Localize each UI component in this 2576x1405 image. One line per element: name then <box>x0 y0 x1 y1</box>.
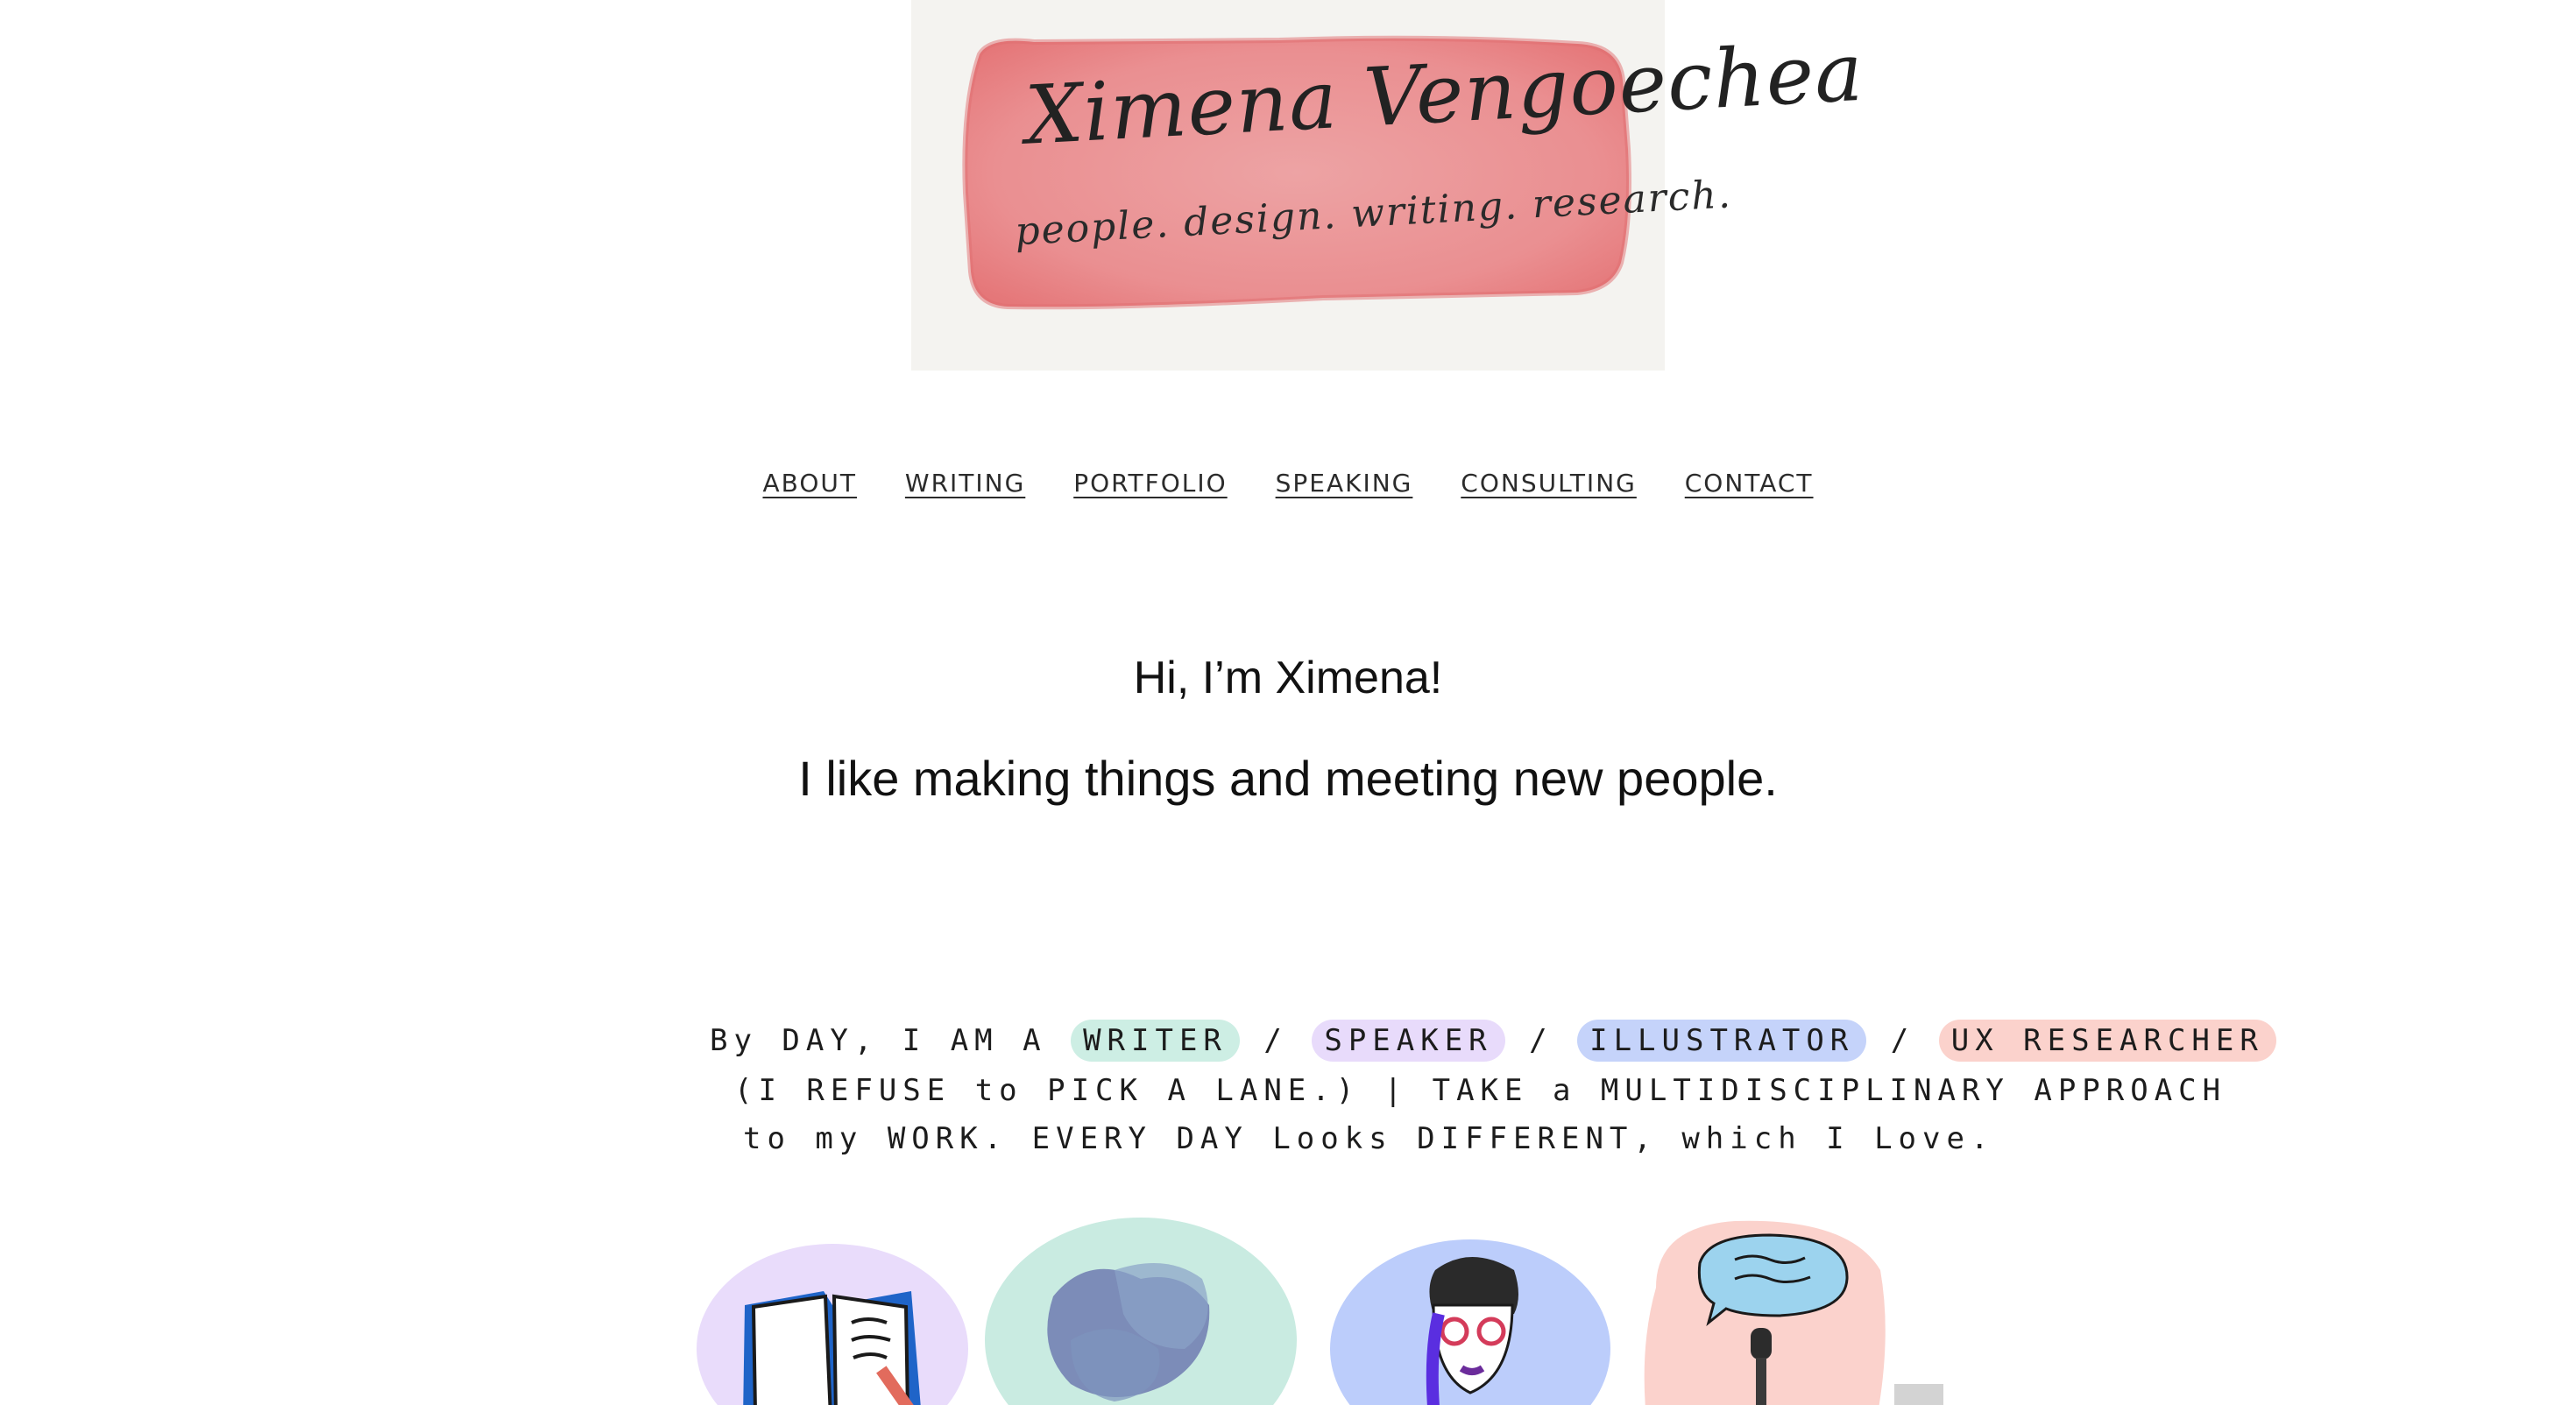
book-icon <box>692 1218 973 1405</box>
role-separator: / <box>1263 1023 1288 1058</box>
nav-about[interactable]: ABOUT <box>762 469 857 498</box>
nav-consulting[interactable]: CONSULTING <box>1461 469 1637 498</box>
description-line-3: to my WORK. EVERY DAY Looks DIFFERENT, w… <box>743 1121 1995 1156</box>
nav-speaking[interactable]: SPEAKING <box>1276 469 1413 498</box>
intro-greeting: Hi, I’m Ximena! <box>1133 653 1443 703</box>
role-writer: WRITER <box>1071 1020 1240 1062</box>
page: Ximena Vengoechea people. design. writin… <box>0 0 2576 1405</box>
role-speaker: SPEAKER <box>1312 1020 1505 1062</box>
site-logo[interactable]: Ximena Vengoechea people. design. writin… <box>911 0 1865 371</box>
nav-writing[interactable]: WRITING <box>905 469 1025 498</box>
nav-contact[interactable]: CONTACT <box>1685 469 1814 498</box>
nav-portfolio[interactable]: PORTFOLIO <box>1073 469 1228 498</box>
woman-glasses-icon <box>1330 1218 1610 1405</box>
role-separator: / <box>1529 1023 1553 1058</box>
role-ux-researcher: UX RESEARCHER <box>1938 1020 2276 1062</box>
main-nav: ABOUT WRITING PORTFOLIO SPEAKING CONSULT… <box>0 469 2576 498</box>
role-illustrator: ILLUSTRATOR <box>1577 1020 1867 1062</box>
description-prefix: By DAY, I AM A <box>710 1023 1047 1058</box>
role-separator: / <box>1890 1023 1915 1058</box>
scrollbar-thumb[interactable] <box>1894 1384 1943 1405</box>
paint-blob-icon <box>983 1218 1307 1405</box>
description-line-1: By DAY, I AM A WRITER / SPEAKER / ILLUST… <box>710 1020 2276 1062</box>
intro-subtitle: I like making things and meeting new peo… <box>798 751 1778 806</box>
description-line-2: (I REFUSE to PICK A LANE.) | TAKE a MULT… <box>734 1073 2227 1108</box>
microphone-speech-icon <box>1638 1218 1893 1405</box>
